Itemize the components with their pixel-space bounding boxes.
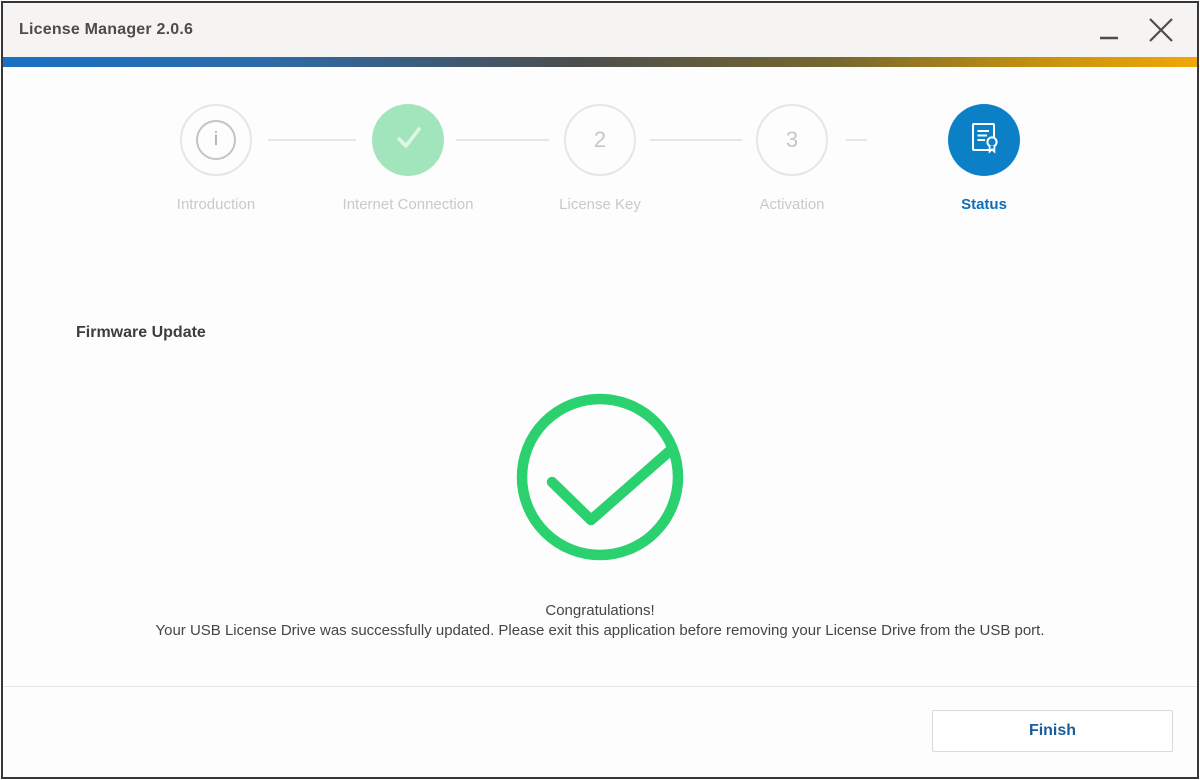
- result-message: Congratulations! Your USB License Drive …: [3, 601, 1197, 641]
- step-label: Introduction: [177, 196, 255, 213]
- app-window: License Manager 2.0.6: [1, 1, 1199, 779]
- step-connector: [650, 139, 742, 141]
- close-icon: [1148, 17, 1174, 43]
- step-license-key: 2 License Key: [504, 104, 696, 213]
- step-internet-connection: Internet Connection: [312, 104, 504, 213]
- section-title: Firmware Update: [76, 324, 206, 342]
- message-body: Your USB License Drive was successfully …: [3, 621, 1197, 641]
- certificate-icon: [965, 119, 1003, 162]
- step-circle-active: [948, 104, 1020, 176]
- step-label: License Key: [559, 196, 641, 213]
- main-content: i Introduction Internet Connection 2: [3, 67, 1197, 686]
- wizard-stepper: i Introduction Internet Connection 2: [3, 104, 1197, 284]
- window-title: License Manager 2.0.6: [3, 21, 193, 39]
- brand-gradient-bar: [3, 57, 1197, 67]
- step-connector: [268, 139, 356, 141]
- step-label: Activation: [759, 196, 824, 213]
- minimize-button[interactable]: [1083, 3, 1135, 57]
- step-number: 2: [594, 127, 606, 153]
- step-label: Internet Connection: [343, 196, 474, 213]
- close-button[interactable]: [1135, 3, 1187, 57]
- footer-bar: Finish: [3, 686, 1197, 777]
- step-status: Status: [888, 104, 1080, 213]
- step-connector: [456, 139, 549, 141]
- window-controls: [1083, 3, 1197, 57]
- minimize-icon: [1100, 36, 1118, 40]
- info-icon: i: [196, 120, 236, 160]
- step-circle-completed: [372, 104, 444, 176]
- step-circle: 3: [756, 104, 828, 176]
- step-circle: i: [180, 104, 252, 176]
- step-number: 3: [786, 127, 798, 153]
- success-check-icon: [515, 392, 685, 562]
- message-title: Congratulations!: [3, 601, 1197, 621]
- step-connector: [846, 139, 867, 141]
- step-activation: 3 Activation: [696, 104, 888, 213]
- finish-button[interactable]: Finish: [932, 710, 1173, 752]
- step-label: Status: [961, 196, 1007, 213]
- step-introduction: i Introduction: [120, 104, 312, 213]
- check-icon: [388, 118, 428, 163]
- title-bar: License Manager 2.0.6: [3, 3, 1197, 57]
- step-circle: 2: [564, 104, 636, 176]
